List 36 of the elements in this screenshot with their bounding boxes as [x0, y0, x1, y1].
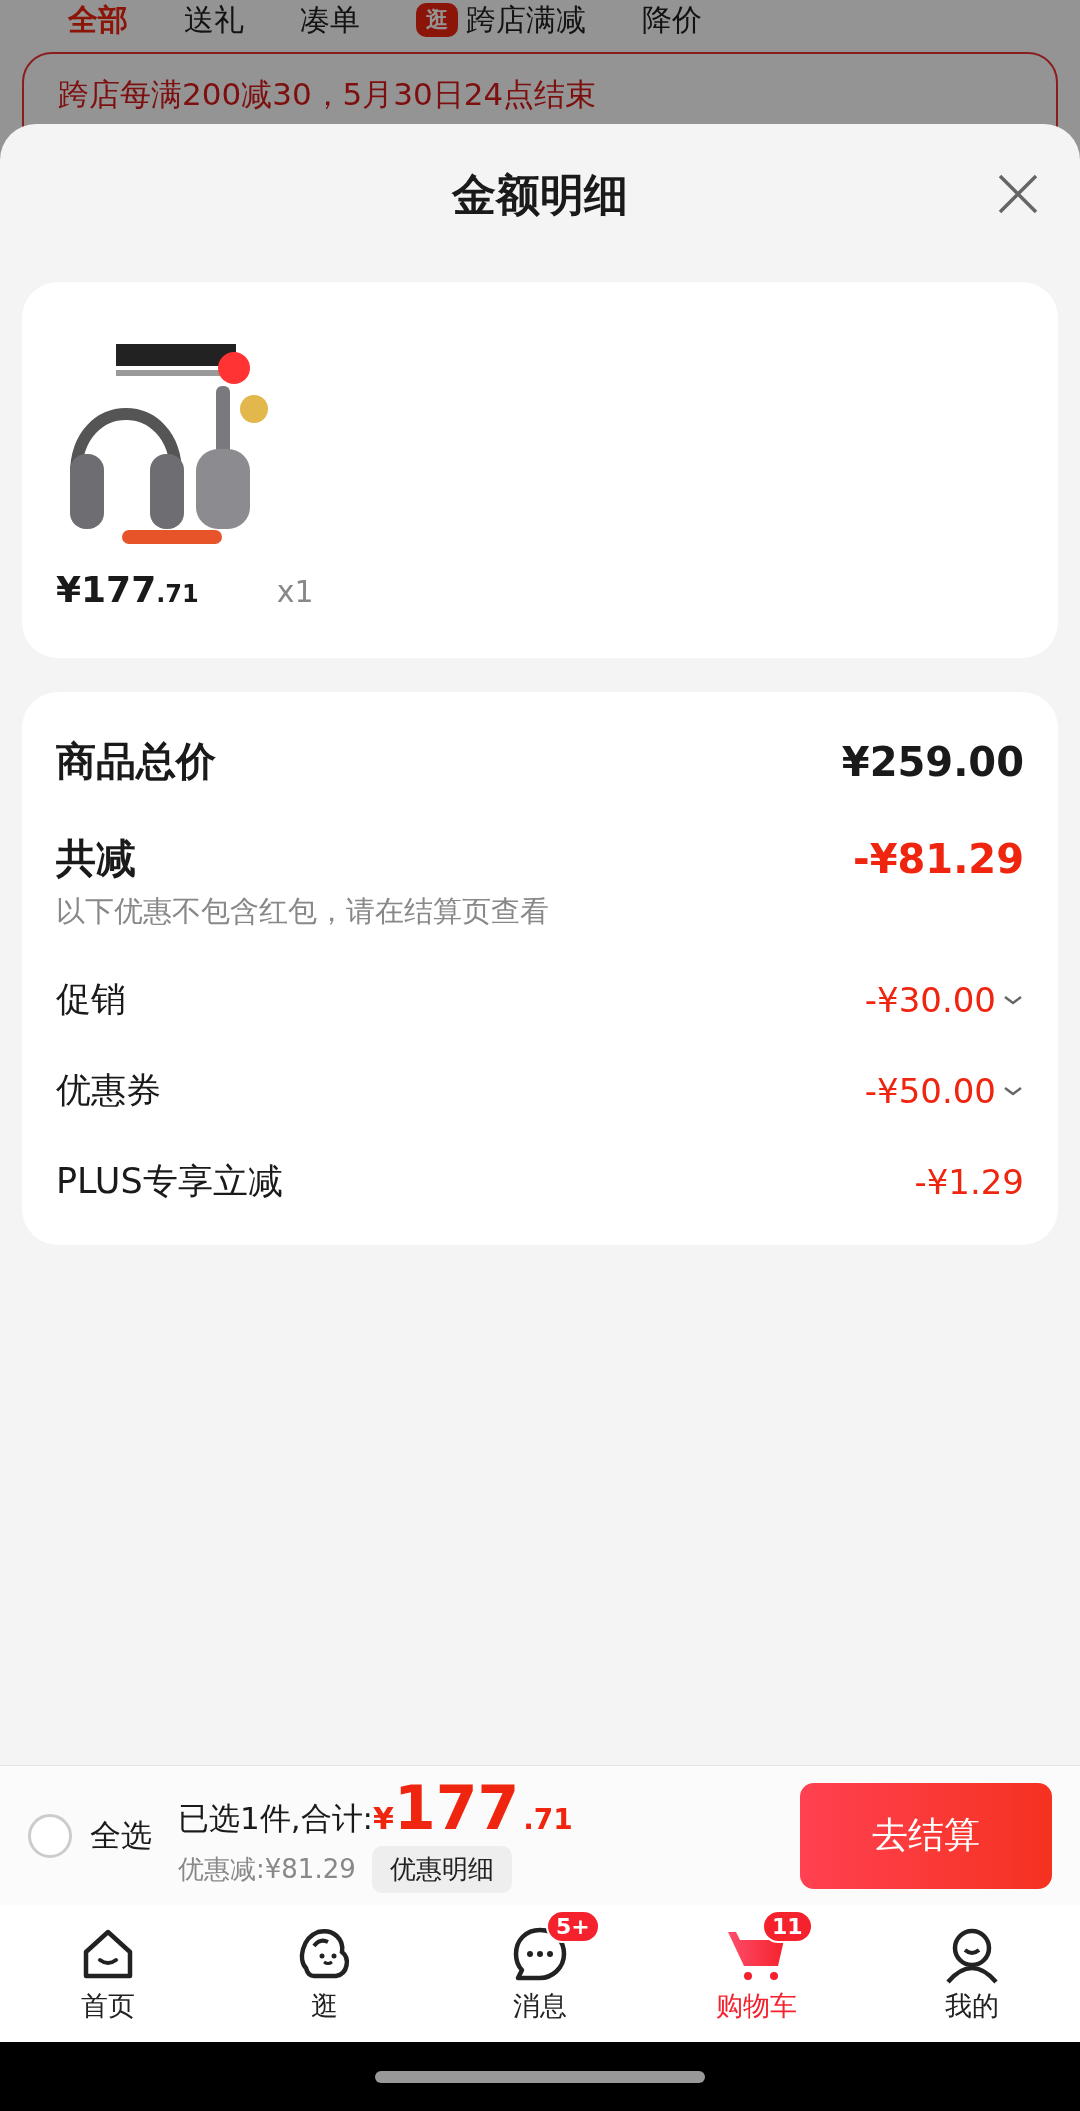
nav-item[interactable]: 11 购物车 [648, 1905, 864, 2042]
nav-item[interactable]: 我的 [864, 1905, 1080, 2042]
discount-row-value: -¥30.00 [864, 979, 996, 1020]
select-all-radio[interactable] [28, 1813, 72, 1858]
category-tab[interactable]: 凑单 [272, 0, 388, 41]
total-price: ¥177.71 [373, 1778, 573, 1838]
total-value: ¥259.00 [841, 738, 1024, 785]
banner-text: 跨店每满200减30，5月30日24点结束 [58, 75, 597, 114]
count-badge: 11 [762, 1909, 813, 1943]
discount-value: -¥81.29 [853, 835, 1024, 882]
discount-row-value: -¥50.00 [864, 1070, 996, 1111]
nav-item[interactable]: 5+ 消息 [432, 1905, 648, 2042]
nav-item[interactable]: 逛 [216, 1905, 432, 2042]
tab-badge: 逛 [416, 3, 458, 37]
discount-row-label: 优惠券 [56, 1069, 161, 1112]
category-tab[interactable]: 逛 跨店满减 [388, 0, 614, 41]
discount-note: 以下优惠不包含红包，请在结算页查看 [56, 893, 550, 930]
total-label: 商品总价 [56, 737, 216, 786]
nav-item[interactable]: 首页 [0, 1905, 216, 2042]
saved-amount: 优惠减:¥81.29 [178, 1853, 356, 1886]
select-all-label: 全选 [90, 1815, 152, 1855]
category-tab[interactable]: 全部 [40, 0, 156, 41]
category-tab[interactable]: 降价 [614, 0, 730, 41]
discount-row-value: -¥1.29 [914, 1161, 1024, 1202]
discount-row-label: 促销 [56, 978, 126, 1021]
category-tab[interactable]: 送礼 [156, 0, 272, 41]
count-badge: 5+ [546, 1909, 600, 1943]
details-button[interactable]: 优惠明细 [371, 1846, 512, 1893]
home-indicator[interactable] [375, 2070, 705, 2083]
discount-label: 共减 [56, 834, 136, 883]
checkout-button[interactable]: 去结算 [800, 1782, 1052, 1889]
total-summary-label: 已选1件,合计: [178, 1799, 374, 1838]
product-price: ¥177.71 [56, 569, 199, 610]
discount-row-label: PLUS专享立减 [56, 1160, 283, 1203]
product-quantity: x1 [276, 574, 314, 609]
sheet-title: 金额明细 [452, 167, 628, 222]
